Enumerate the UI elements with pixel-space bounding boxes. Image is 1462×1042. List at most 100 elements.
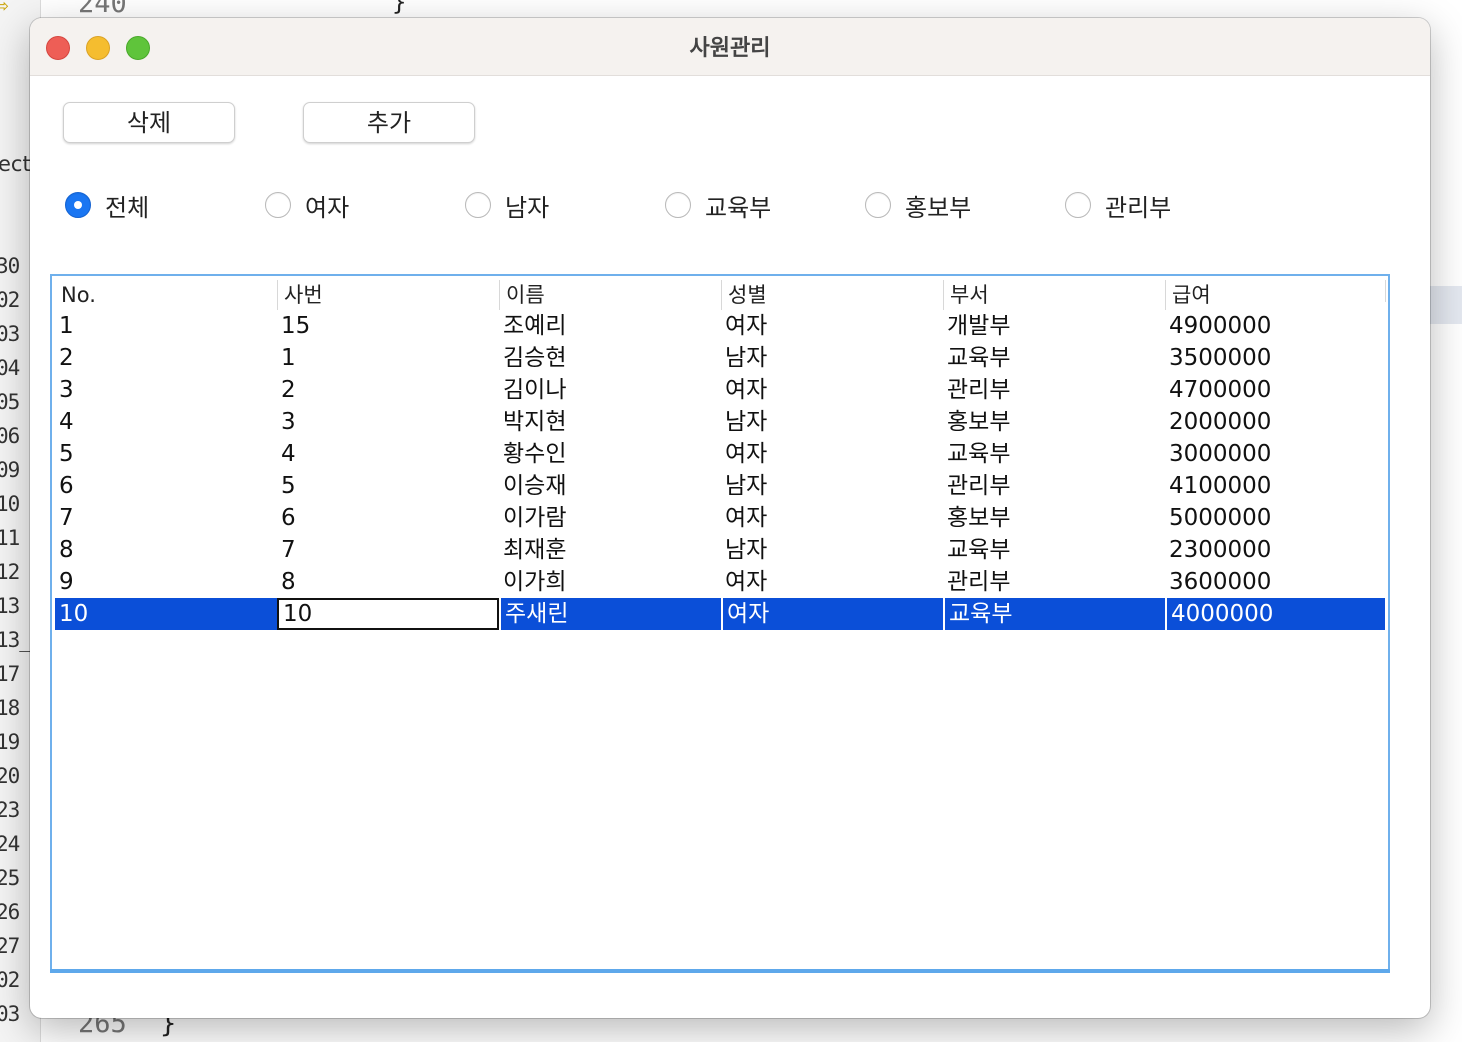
table-cell[interactable]: 남자 [721, 406, 943, 438]
radio-button-icon[interactable] [65, 192, 91, 218]
table-row[interactable]: 3 2 김이나 여자 관리부 4700000 [55, 374, 1385, 406]
table-row[interactable]: 2 1 김승현 남자 교육부 3500000 [55, 342, 1385, 374]
table-cell[interactable]: 6 [55, 470, 277, 502]
table-row[interactable]: 10 10 주새린 여자 교육부 4000000 [55, 598, 1385, 630]
table-cell[interactable]: 2300000 [1165, 534, 1387, 566]
table-cell[interactable]: 4000000 [1165, 598, 1387, 630]
radio-button-icon[interactable] [1065, 192, 1091, 218]
table-cell[interactable]: 주새린 [499, 598, 721, 630]
column-header-salary[interactable]: 급여 [1165, 280, 1387, 310]
radio-button-icon[interactable] [265, 192, 291, 218]
table-cell[interactable]: 3600000 [1165, 566, 1387, 598]
table-cell[interactable]: 여자 [721, 438, 943, 470]
table-cell[interactable]: 7 [277, 534, 499, 566]
table-cell[interactable]: 1 [55, 310, 277, 342]
table-cell[interactable]: 4 [55, 406, 277, 438]
table-row[interactable]: 7 6 이가람 여자 홍보부 5000000 [55, 502, 1385, 534]
table-cell[interactable]: 4700000 [1165, 374, 1387, 406]
delete-button[interactable]: 삭제 [63, 102, 235, 143]
table-cell[interactable]: 여자 [721, 502, 943, 534]
table-focus-border [50, 969, 1390, 973]
table-cell[interactable]: 2000000 [1165, 406, 1387, 438]
table-cell[interactable]: 10 [55, 598, 277, 630]
table-cell[interactable]: 7 [55, 502, 277, 534]
table-cell[interactable]: 15 [277, 310, 499, 342]
table-cell[interactable]: 5000000 [1165, 502, 1387, 534]
add-button[interactable]: 추가 [303, 102, 475, 143]
table-row[interactable]: 5 4 황수인 여자 교육부 3000000 [55, 438, 1385, 470]
top-line-number: 240 [78, 0, 127, 19]
table-cell[interactable]: 이가희 [499, 566, 721, 598]
table-cell[interactable]: 교육부 [943, 598, 1165, 630]
table-cell[interactable]: 6 [277, 502, 499, 534]
radio-button-icon[interactable] [665, 192, 691, 218]
table-cell[interactable]: 김승현 [499, 342, 721, 374]
table-cell[interactable]: 3500000 [1165, 342, 1387, 374]
table-cell[interactable]: 3 [277, 406, 499, 438]
filter-radio-male[interactable]: 남자 [465, 188, 549, 222]
table-cell[interactable]: 3 [55, 374, 277, 406]
table-cell[interactable]: 관리부 [943, 470, 1165, 502]
table-cell[interactable]: 관리부 [943, 566, 1165, 598]
table-cell[interactable]: 남자 [721, 342, 943, 374]
table-cell[interactable]: 2 [55, 342, 277, 374]
table-cell[interactable]: 이가람 [499, 502, 721, 534]
employee-table[interactable]: No. 사번 이름 성별 부서 급여 1 15 조예리 여자 개발부 4900000 2 1 김… [50, 274, 1390, 972]
radio-button-icon[interactable] [865, 192, 891, 218]
table-cell[interactable]: 4 [277, 438, 499, 470]
table-cell[interactable]: 9 [55, 566, 277, 598]
table-cell[interactable]: 홍보부 [943, 502, 1165, 534]
top-code: } [392, 0, 407, 16]
table-cell[interactable]: 홍보부 [943, 406, 1165, 438]
table-row[interactable]: 8 7 최재훈 남자 교육부 2300000 [55, 534, 1385, 566]
table-cell[interactable]: 남자 [721, 470, 943, 502]
table-cell[interactable]: 3000000 [1165, 438, 1387, 470]
table-row[interactable]: 1 15 조예리 여자 개발부 4900000 [55, 310, 1385, 342]
column-header-department[interactable]: 부서 [943, 280, 1165, 310]
table-cell[interactable]: 관리부 [943, 374, 1165, 406]
table-cell[interactable]: 최재훈 [499, 534, 721, 566]
column-header-no[interactable]: No. [55, 280, 277, 310]
table-row[interactable]: 9 8 이가희 여자 관리부 3600000 [55, 566, 1385, 598]
table-cell[interactable]: 교육부 [943, 534, 1165, 566]
table-cell[interactable]: 5 [277, 470, 499, 502]
radio-button-icon[interactable] [465, 192, 491, 218]
employee-window: 사원관리 삭제 추가 전체 여자 남자 교육부 홍보부 관리부 No. 사번 이… [30, 18, 1430, 1018]
table-cell[interactable]: 1 [277, 342, 499, 374]
table-cell[interactable]: 여자 [721, 598, 943, 630]
table-cell[interactable]: 여자 [721, 566, 943, 598]
table-cell[interactable]: 김이나 [499, 374, 721, 406]
filter-radio-all[interactable]: 전체 [65, 188, 149, 222]
filter-radio-education[interactable]: 교육부 [665, 188, 771, 222]
table-cell[interactable]: 5 [55, 438, 277, 470]
title-bar[interactable]: 사원관리 [30, 18, 1430, 76]
radio-label: 홍보부 [905, 193, 972, 222]
filter-radio-female[interactable]: 여자 [265, 188, 349, 222]
table-cell[interactable]: 4900000 [1165, 310, 1387, 342]
filter-radio-pr[interactable]: 홍보부 [865, 188, 971, 222]
table-cell[interactable]: 교육부 [943, 342, 1165, 374]
table-cell[interactable]: 조예리 [499, 310, 721, 342]
column-header-gender[interactable]: 성별 [721, 280, 943, 310]
table-header: No. 사번 이름 성별 부서 급여 [55, 280, 1389, 310]
table-cell-editor[interactable]: 10 [277, 598, 499, 630]
table-cell[interactable]: 남자 [721, 534, 943, 566]
table-cell[interactable]: 교육부 [943, 438, 1165, 470]
column-header-name[interactable]: 이름 [499, 280, 721, 310]
table-cell[interactable]: 여자 [721, 374, 943, 406]
table-row[interactable]: 4 3 박지현 남자 홍보부 2000000 [55, 406, 1385, 438]
table-cell[interactable]: 이승재 [499, 470, 721, 502]
table-cell[interactable]: 여자 [721, 310, 943, 342]
column-header-emp-id[interactable]: 사번 [277, 280, 499, 310]
table-cell[interactable]: 8 [277, 566, 499, 598]
filter-radio-management[interactable]: 관리부 [1065, 188, 1171, 222]
table-cell[interactable]: 황수인 [499, 438, 721, 470]
table-cell[interactable]: 4100000 [1165, 470, 1387, 502]
table-cell[interactable]: 2 [277, 374, 499, 406]
debug-arrow-icon: ⇨ [0, 0, 10, 17]
table-cell[interactable]: 8 [55, 534, 277, 566]
radio-label: 전체 [105, 193, 150, 222]
table-cell[interactable]: 박지현 [499, 406, 721, 438]
table-cell[interactable]: 개발부 [943, 310, 1165, 342]
table-row[interactable]: 6 5 이승재 남자 관리부 4100000 [55, 470, 1385, 502]
